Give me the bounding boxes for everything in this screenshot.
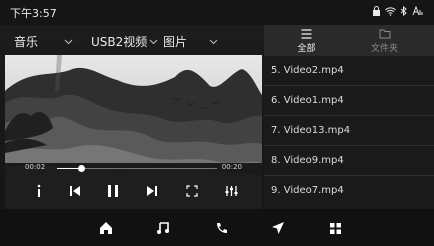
- equalizer-button[interactable]: [222, 182, 240, 200]
- chevron-down-icon: [64, 39, 73, 44]
- list-item[interactable]: 8. Video9.mp4: [264, 146, 434, 176]
- playback-controls: [5, 179, 262, 203]
- apps-button[interactable]: [325, 218, 345, 238]
- navigation-icon: [272, 222, 284, 234]
- info-icon: [37, 184, 41, 197]
- browser-tabs: 全部 文件夹: [264, 25, 434, 56]
- previous-icon: [70, 186, 80, 196]
- playlist: 5. Video2.mp4 6. Video1.mp4 7. Video13.m…: [264, 56, 434, 206]
- tab-music-label: 音乐: [14, 35, 39, 49]
- previous-button[interactable]: [66, 182, 84, 200]
- list-item[interactable]: 9. Video7.mp4: [264, 176, 434, 206]
- pause-button[interactable]: [104, 182, 122, 200]
- user-icon: [412, 5, 424, 19]
- tab-all-label: 全部: [297, 44, 316, 54]
- list-item[interactable]: 6. Video1.mp4: [264, 86, 434, 116]
- status-icons: [372, 5, 424, 19]
- progress-knob[interactable]: [78, 165, 85, 172]
- apps-icon: [329, 222, 341, 234]
- home-button[interactable]: [96, 218, 116, 238]
- navigation-button[interactable]: [268, 218, 288, 238]
- wifi-icon: [385, 6, 396, 19]
- tab-usb-video[interactable]: USB2视频: [91, 33, 158, 50]
- home-icon: [100, 222, 112, 234]
- duration-time: 00:20: [221, 163, 242, 171]
- elapsed-time: 00:02: [25, 163, 46, 171]
- media-player-screen: 下午3:57 音乐 USB2视频 图片 00:02 00:20 全部 文件夹 5…: [0, 0, 434, 246]
- tab-usb-video-label: USB2视频: [91, 35, 148, 49]
- next-icon: [147, 186, 157, 196]
- status-time: 下午3:57: [10, 7, 57, 20]
- chevron-down-icon: [149, 39, 158, 44]
- equalizer-icon: [225, 186, 237, 196]
- pause-icon: [108, 185, 118, 197]
- bluetooth-icon: [400, 5, 408, 19]
- list-icon: [301, 29, 312, 39]
- folder-icon: [379, 29, 390, 39]
- next-button[interactable]: [143, 182, 161, 200]
- status-bar: 下午3:57: [0, 0, 434, 25]
- tab-picture-label: 图片: [163, 35, 188, 49]
- progress-bar[interactable]: [57, 165, 217, 172]
- list-item[interactable]: 7. Video13.mp4: [264, 116, 434, 146]
- tab-folder-label: 文件夹: [370, 44, 398, 54]
- chevron-down-icon: [209, 39, 218, 44]
- phone-button[interactable]: [211, 218, 231, 238]
- phone-icon: [216, 222, 227, 233]
- info-button[interactable]: [30, 182, 48, 200]
- list-item[interactable]: 5. Video2.mp4: [264, 56, 434, 86]
- tab-picture[interactable]: 图片: [163, 33, 218, 50]
- source-tabs: 音乐 USB2视频 图片: [0, 25, 262, 55]
- tab-music[interactable]: 音乐: [14, 33, 73, 50]
- fullscreen-icon: [186, 185, 198, 197]
- file-browser-panel: 全部 文件夹 5. Video2.mp4 6. Video1.mp4 7. Vi…: [264, 25, 434, 209]
- music-note-icon: [157, 222, 169, 234]
- tab-all[interactable]: 全部: [269, 29, 344, 54]
- tab-folder[interactable]: 文件夹: [347, 29, 422, 54]
- lock-icon: [372, 6, 381, 19]
- music-button[interactable]: [153, 218, 173, 238]
- fullscreen-button[interactable]: [183, 182, 201, 200]
- bottom-nav: [0, 209, 434, 246]
